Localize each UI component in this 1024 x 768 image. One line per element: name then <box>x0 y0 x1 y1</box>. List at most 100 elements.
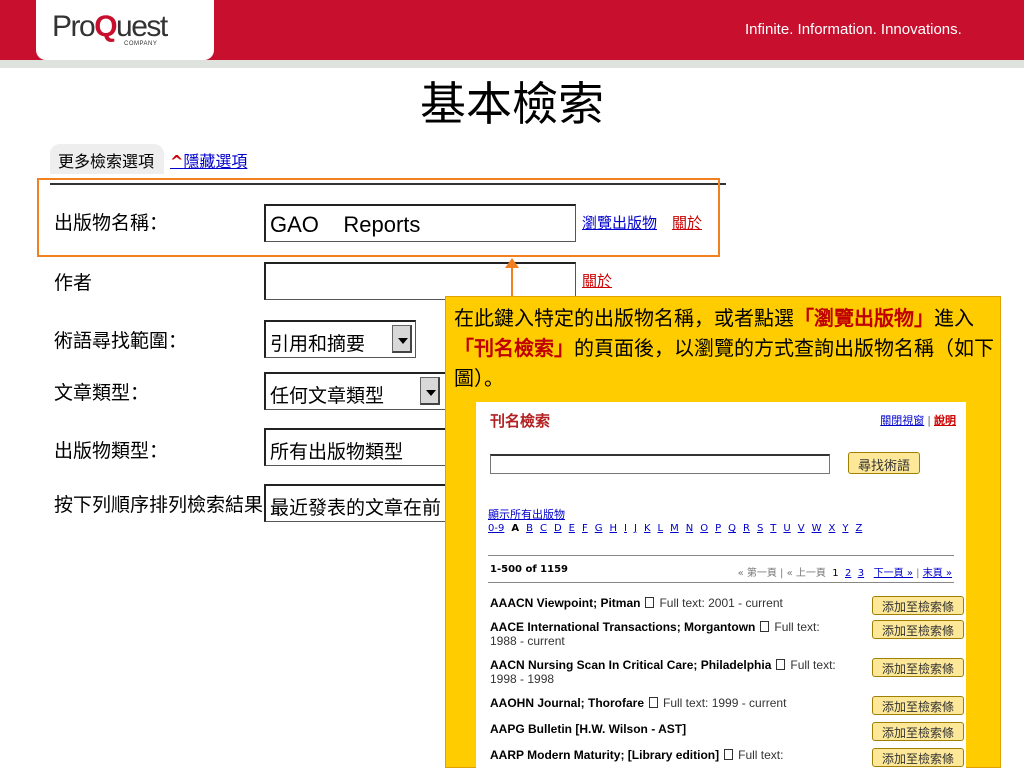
alpha-link[interactable]: C <box>540 523 547 534</box>
page-link[interactable]: 2 <box>845 568 851 579</box>
slide: ProQuest COMPANY Infinite. Information. … <box>0 0 1024 768</box>
chevron-down-icon[interactable] <box>392 325 412 353</box>
alpha-link[interactable]: J <box>634 523 637 534</box>
publication-title[interactable]: AARP Modern Maturity; [Library edition] <box>490 748 719 762</box>
callout-text-part: 進入 <box>934 306 974 330</box>
add-to-search-button[interactable]: 添加至檢索條 <box>872 620 964 639</box>
alpha-link[interactable]: M <box>670 523 679 534</box>
alpha-link[interactable]: F <box>582 523 588 534</box>
logo-text: ProQuest <box>52 10 168 43</box>
panel-title: 刊名檢索 <box>490 412 551 430</box>
result-range: 1-500 of 1159 <box>490 564 568 575</box>
alpha-link[interactable]: B <box>526 523 533 534</box>
about-author-link[interactable]: 關於 <box>582 270 612 291</box>
hide-options-link[interactable]: ^隱藏選項 <box>170 148 247 172</box>
alpha-link[interactable]: T <box>770 523 776 534</box>
browse-publications-link[interactable]: 瀏覽出版物 <box>582 212 657 233</box>
link-separator: | <box>927 414 931 427</box>
fulltext-range: Full text: 1999 - current <box>663 696 787 710</box>
sort-order-select[interactable]: 最近發表的文章在前 <box>264 484 446 522</box>
pager: « 第一頁 | « 上一頁 1 2 3 下一頁 » | 末頁 » <box>738 564 952 579</box>
help-link[interactable]: 說明 <box>934 414 956 427</box>
author-input[interactable] <box>264 262 576 300</box>
logo-q-icon: Q <box>94 10 117 43</box>
add-to-search-button[interactable]: 添加至檢索條 <box>872 696 964 715</box>
article-type-label: 文章類型： <box>54 382 150 404</box>
alpha-link[interactable]: W <box>812 523 822 534</box>
alpha-link[interactable]: V <box>798 523 805 534</box>
show-all-publications-link[interactable]: 顯示所有出版物 <box>488 506 565 522</box>
author-label: 作者 <box>54 272 93 294</box>
add-to-search-button[interactable]: 添加至檢索條 <box>872 596 964 615</box>
panel-top-links: 關閉視窗 | 說明 <box>880 412 956 428</box>
about-publication-link[interactable]: 關於 <box>672 212 702 233</box>
list-item: AACN Nursing Scan In Critical Care; Phil… <box>490 658 964 686</box>
list-item: AACE International Transactions; Morgant… <box>490 620 964 648</box>
sort-order-label: 按下列順序排列檢索結果： <box>54 494 283 516</box>
find-terms-button[interactable]: 尋找術語 <box>848 452 920 474</box>
close-window-link[interactable]: 關閉視窗 <box>880 414 924 427</box>
last-page-link[interactable]: 末頁 » <box>923 568 952 579</box>
document-icon <box>645 597 655 608</box>
publication-title[interactable]: AAACN Viewpoint; Pitman <box>490 596 640 610</box>
list-item: AARP Modern Maturity; [Library edition] F… <box>490 748 964 767</box>
publication-name-label: 出版物名稱： <box>54 212 169 234</box>
publication-title[interactable]: AACN Nursing Scan In Critical Care; Phil… <box>490 658 771 672</box>
fulltext-range: Full text: <box>738 748 784 762</box>
term-scope-value: 引用和摘要 <box>270 333 366 355</box>
list-item: AAACN Viewpoint; Pitman Full text: 2001 -… <box>490 596 964 615</box>
alpha-link[interactable]: Q <box>728 523 736 534</box>
more-options-tab[interactable]: 更多檢索選項 <box>50 144 164 174</box>
publication-type-select[interactable]: 所有出版物類型 <box>264 428 446 466</box>
list-item: AAOHN Journal; Thorofare Full text: 1999 … <box>490 696 964 715</box>
publication-search-input[interactable] <box>490 454 830 474</box>
alpha-link[interactable]: D <box>554 523 562 534</box>
callout-text: 在此鍵入特定的出版物名稱，或者點選「瀏覽出版物」進入「刊名檢索」的頁面後，以瀏覽… <box>454 303 998 393</box>
publication-type-value: 所有出版物類型 <box>270 441 404 463</box>
alpha-link[interactable]: Z <box>855 523 862 534</box>
publication-name-input[interactable]: GAO Reports <box>264 204 576 242</box>
publication-title[interactable]: AAOHN Journal; Thorofare <box>490 696 644 710</box>
pager-separator: | <box>780 568 784 579</box>
alpha-link[interactable]: I <box>624 523 627 534</box>
alpha-link[interactable]: S <box>757 523 763 534</box>
alpha-link[interactable]: H <box>610 523 618 534</box>
alpha-link[interactable]: O <box>700 523 708 534</box>
document-icon <box>649 697 659 708</box>
page-title: 基本檢索 <box>420 77 604 131</box>
first-page-link[interactable]: « 第一頁 <box>738 568 777 579</box>
alpha-link[interactable]: K <box>644 523 651 534</box>
publication-title[interactable]: AACE International Transactions; Morgant… <box>490 620 755 634</box>
list-item: AAPG Bulletin [H.W. Wilson - AST] 添加至檢索條 <box>490 722 964 741</box>
alpha-link[interactable]: U <box>783 523 790 534</box>
arrow-up-icon <box>505 258 519 268</box>
alpha-link[interactable]: G <box>595 523 603 534</box>
term-scope-select[interactable]: 引用和摘要 <box>264 320 416 358</box>
document-icon <box>776 659 786 670</box>
fulltext-range: Full text: 2001 - current <box>659 596 783 610</box>
add-to-search-button[interactable]: 添加至檢索條 <box>872 722 964 741</box>
add-to-search-button[interactable]: 添加至檢索條 <box>872 748 964 767</box>
document-icon <box>724 749 734 760</box>
page-current: 1 <box>832 568 839 579</box>
alpha-link[interactable]: 0-9 <box>488 523 504 534</box>
alpha-link[interactable]: P <box>715 523 721 534</box>
alpha-link[interactable]: L <box>658 523 664 534</box>
alpha-link[interactable]: R <box>743 523 750 534</box>
publication-title[interactable]: AAPG Bulletin [H.W. Wilson - AST] <box>490 722 686 736</box>
alpha-link[interactable]: N <box>686 523 693 534</box>
callout-emphasis: 「瀏覽出版物」 <box>794 306 934 330</box>
header-gray-band <box>0 60 1024 68</box>
prev-page-link[interactable]: « 上一頁 <box>787 568 826 579</box>
alpha-link[interactable]: X <box>828 523 835 534</box>
chevron-down-icon[interactable] <box>420 377 440 405</box>
sort-order-value: 最近發表的文章在前 <box>270 497 442 519</box>
term-scope-label: 術語尋找範圍： <box>54 330 188 352</box>
alpha-link[interactable]: E <box>569 523 575 534</box>
alpha-link[interactable]: Y <box>842 523 848 534</box>
page-link[interactable]: 3 <box>858 568 864 579</box>
divider <box>488 582 954 583</box>
add-to-search-button[interactable]: 添加至檢索條 <box>872 658 964 677</box>
next-page-link[interactable]: 下一頁 » <box>874 568 913 579</box>
article-type-select[interactable]: 任何文章類型 <box>264 372 446 410</box>
